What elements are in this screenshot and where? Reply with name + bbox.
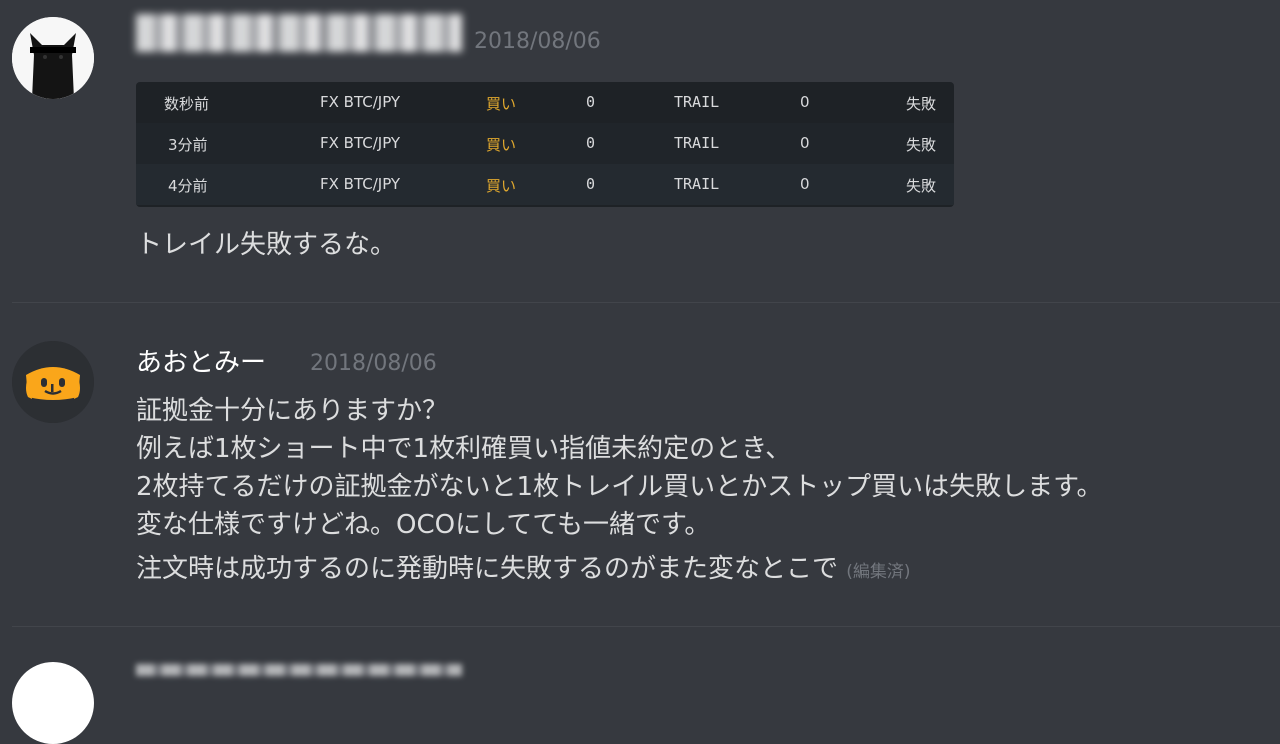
price-cell: 0 bbox=[800, 134, 810, 152]
black-cat-avatar-icon[interactable] bbox=[12, 17, 94, 99]
time-cell: 3分前 bbox=[168, 136, 208, 154]
message-divider bbox=[12, 302, 1280, 303]
time-cell: 数秒前 bbox=[164, 95, 210, 113]
type-cell: TRAIL bbox=[674, 134, 720, 152]
status-cell: 失敗 bbox=[906, 177, 937, 195]
message-line-3: 2枚持てるだけの証拠金がないと1枚トレイル買いとかストップ買いは失敗します。 bbox=[136, 472, 1103, 502]
pair-cell: FX BTC/JPY bbox=[320, 93, 401, 111]
message-text: トレイル失敗するな。 bbox=[136, 230, 397, 260]
status-cell: 失敗 bbox=[906, 95, 937, 113]
followup-text: 注文時は成功するのに発動時に失敗するのがまた変なとこで bbox=[136, 554, 839, 584]
blurred-username[interactable] bbox=[136, 664, 462, 676]
size-cell: 0 bbox=[586, 134, 596, 152]
message-timestamp: 2018/08/06 bbox=[474, 29, 601, 54]
followup-message: 注文時は成功するのに発動時に失敗するのがまた変なとこで (編集済) bbox=[136, 548, 911, 585]
order-history-table: 数秒前 FX BTC/JPY 買い 0 TRAIL 0 失敗 3分前 FX BT… bbox=[136, 82, 954, 207]
discord-logo-avatar-icon[interactable] bbox=[12, 341, 94, 423]
price-cell: 0 bbox=[800, 175, 810, 193]
time-cell: 4分前 bbox=[168, 177, 208, 195]
table-row: 4分前 FX BTC/JPY 買い 0 TRAIL 0 失敗 bbox=[136, 164, 954, 205]
side-cell: 買い bbox=[486, 95, 517, 113]
status-cell: 失敗 bbox=[906, 136, 937, 154]
message-timestamp: 2018/08/06 bbox=[310, 351, 437, 376]
type-cell: TRAIL bbox=[674, 93, 720, 111]
table-row: 数秒前 FX BTC/JPY 買い 0 TRAIL 0 失敗 bbox=[136, 82, 954, 123]
pair-cell: FX BTC/JPY bbox=[320, 134, 401, 152]
next-avatar-partial[interactable] bbox=[12, 662, 94, 744]
type-cell: TRAIL bbox=[674, 175, 720, 193]
username[interactable]: あおとみー bbox=[136, 342, 266, 379]
size-cell: 0 bbox=[586, 93, 596, 111]
edited-indicator: (編集済) bbox=[846, 562, 911, 582]
message-line-1: 証拠金十分にありますか？ bbox=[136, 396, 449, 426]
side-cell: 買い bbox=[486, 136, 517, 154]
table-row: 3分前 FX BTC/JPY 買い 0 TRAIL 0 失敗 bbox=[136, 123, 954, 164]
message-line-4: 変な仕様ですけどね。OCOにしてても一緒です。 bbox=[136, 510, 711, 540]
blurred-username[interactable] bbox=[136, 14, 462, 52]
message-divider bbox=[12, 626, 1280, 627]
size-cell: 0 bbox=[586, 175, 596, 193]
pair-cell: FX BTC/JPY bbox=[320, 175, 401, 193]
price-cell: 0 bbox=[800, 93, 810, 111]
side-cell: 買い bbox=[486, 177, 517, 195]
message-line-2: 例えば1枚ショート中で1枚利確買い指値未約定のとき、 bbox=[136, 434, 792, 464]
